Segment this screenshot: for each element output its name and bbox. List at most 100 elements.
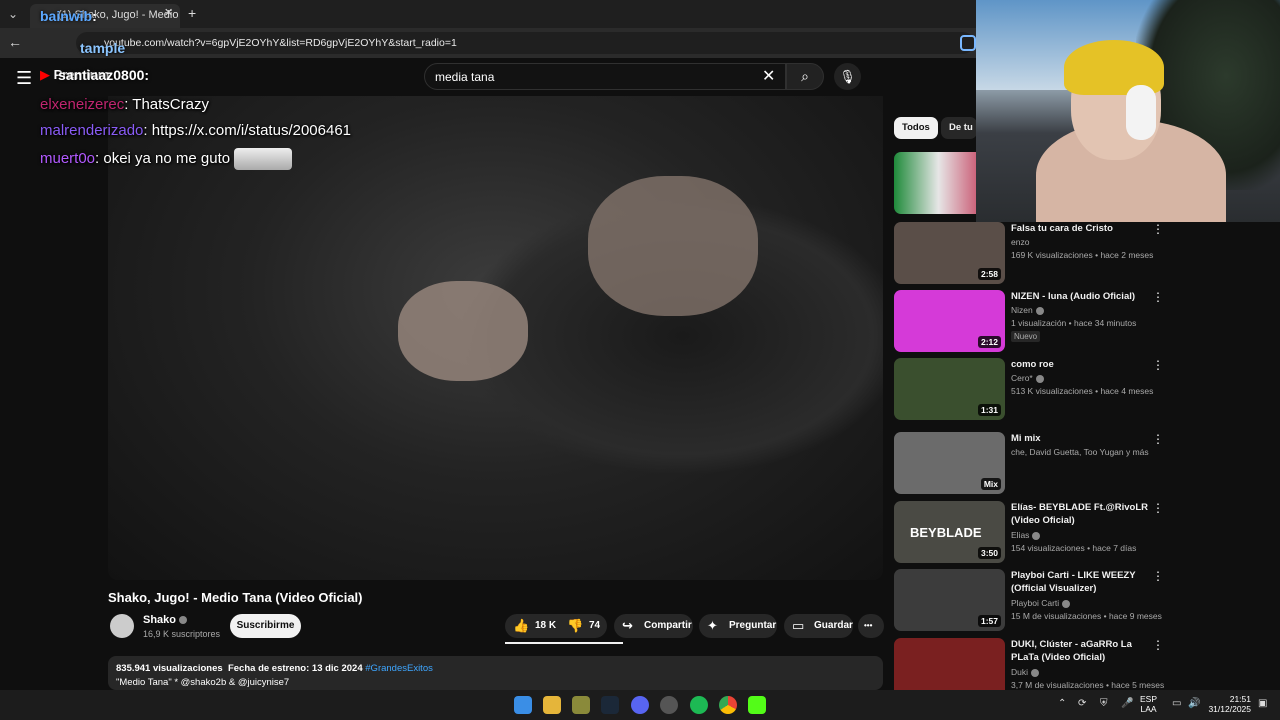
like-button[interactable]: 👍 18 K <box>505 614 563 638</box>
related-video[interactable]: 1:31 como roe Cero* 513 K visualizacione… <box>894 358 1274 422</box>
minecraft-icon[interactable] <box>572 696 590 714</box>
video-channel[interactable]: Duki <box>1011 667 1040 677</box>
save-button[interactable]: ▭ Guardar <box>784 614 853 638</box>
language-indicator[interactable]: ESP LAA <box>1140 694 1157 714</box>
chip-de-tu[interactable]: De tu b <box>941 117 977 139</box>
mic-icon[interactable]: 🎤 <box>1121 698 1133 709</box>
video-frame-hand <box>398 281 528 381</box>
webcam-overlay <box>976 0 1280 222</box>
notification-icon[interactable]: ▣ <box>1258 698 1267 709</box>
obs-icon[interactable] <box>660 696 678 714</box>
video-channel[interactable]: che, David Guetta, Too Yugan y más <box>1011 447 1149 457</box>
video-title[interactable]: Playboi Carti - LIKE WEEZY (Official Vis… <box>1011 569 1156 595</box>
hashtag-link[interactable]: #GrandesExitos <box>365 663 433 674</box>
related-video[interactable]: 2:58 Falsa tu cara de Cristo enzo 169 K … <box>894 222 1274 286</box>
related-video[interactable]: 2:12 NIZEN - luna (Audio Oficial) Nizen … <box>894 290 1274 354</box>
video-description[interactable]: 835.941 visualizaciones Fecha de estreno… <box>108 656 883 690</box>
related-video[interactable]: 1:57 Playboi Carti - LIKE WEEZY (Officia… <box>894 569 1274 633</box>
chat-overlay-line: tample <box>80 40 126 56</box>
kick-icon[interactable] <box>748 696 766 714</box>
channel-avatar[interactable] <box>110 614 134 638</box>
video-thumbnail[interactable]: 1:31 <box>894 358 1005 420</box>
chat-overlay-line: santiaaz0800: <box>58 67 150 83</box>
bookmark-icon: ▭ <box>792 618 805 633</box>
hamburger-menu-icon[interactable]: ☰ <box>16 68 32 89</box>
search-input[interactable]: media tana <box>424 63 786 90</box>
volume-icon[interactable]: 🔊 <box>1188 698 1200 709</box>
more-vert-icon[interactable]: ⋮ <box>1152 290 1164 304</box>
shield-icon[interactable]: ⛨ <box>1100 698 1108 709</box>
video-channel[interactable]: Nizen <box>1011 305 1044 315</box>
clear-search-icon[interactable]: ✕ <box>762 66 775 86</box>
file-explorer-icon[interactable] <box>543 696 561 714</box>
video-duration: 1:57 <box>977 615 1001 627</box>
video-thumbnail[interactable]: Mix <box>894 432 1005 494</box>
spotify-icon[interactable] <box>690 696 708 714</box>
ask-button[interactable]: ✦ Preguntar <box>699 614 777 638</box>
thumbs-down-icon: 👎 <box>567 618 584 633</box>
share-icon: ↪ <box>622 618 633 633</box>
thumbnail-text: BEYBLADE <box>910 525 982 540</box>
subscribe-button[interactable]: Suscribirme <box>230 614 301 638</box>
video-title[interactable]: Elías- BEYBLADE Ft.@RivoLR (Video Oficia… <box>1011 501 1156 527</box>
video-thumbnail[interactable]: BEYBLADE 3:50 <box>894 501 1005 563</box>
discord-icon[interactable] <box>631 696 649 714</box>
tab-search-button[interactable]: ⌄ <box>4 5 22 23</box>
video-meta: 15 M de visualizaciones • hace 9 meses <box>1011 611 1162 621</box>
chip-todos[interactable]: Todos <box>894 117 938 139</box>
related-video[interactable]: Mix Mi mix che, David Guetta, Too Yugan … <box>894 432 1274 496</box>
video-meta: 154 visualizaciones • hace 7 días <box>1011 543 1137 553</box>
new-badge: Nuevo <box>1011 331 1041 342</box>
video-channel[interactable]: enzo <box>1011 237 1029 247</box>
verified-icon <box>1031 668 1040 677</box>
more-vert-icon[interactable]: ⋮ <box>1152 638 1164 652</box>
video-title[interactable]: Falsa tu cara de Cristo <box>1011 222 1156 235</box>
video-duration: 2:12 <box>977 336 1001 348</box>
video-thumbnail[interactable]: 2:58 <box>894 222 1005 284</box>
search-icon: ⌕ <box>801 68 809 84</box>
taskbar-clock[interactable]: 21:51 31/12/2025 <box>1205 694 1251 714</box>
more-vert-icon[interactable]: ⋮ <box>1152 569 1164 583</box>
windows-start-icon[interactable] <box>514 696 532 714</box>
address-bar[interactable]: youtube.com/watch?v=6gpVjE2OYhY&list=RD6… <box>76 32 974 54</box>
video-title[interactable]: como roe <box>1011 358 1156 371</box>
dislike-button[interactable]: 👎 74 <box>563 614 607 638</box>
network-icon[interactable]: ▭ <box>1172 698 1181 709</box>
video-thumbnail[interactable] <box>894 638 1005 690</box>
chevron-up-icon[interactable]: ⌃ <box>1058 698 1066 709</box>
video-title[interactable]: DUKI, Clúster - aGaRRo La PLaTa (Video O… <box>1011 638 1156 664</box>
like-ratio-bar <box>505 642 623 644</box>
video-meta: 169 K visualizaciones • hace 2 meses <box>1011 250 1154 260</box>
more-vert-icon[interactable]: ⋮ <box>1152 501 1164 515</box>
video-channel[interactable]: Playboi Carti <box>1011 598 1071 608</box>
search-query: media tana <box>435 70 495 84</box>
lens-icon[interactable] <box>960 35 976 51</box>
video-title[interactable]: Mi mix <box>1011 432 1156 445</box>
more-vert-icon[interactable]: ⋮ <box>1152 222 1164 236</box>
share-button[interactable]: ↪ Compartir <box>614 614 693 638</box>
video-thumbnail[interactable]: 1:57 <box>894 569 1005 631</box>
related-video[interactable]: BEYBLADE 3:50 Elías- BEYBLADE Ft.@RivoLR … <box>894 501 1274 565</box>
video-title[interactable]: NIZEN - luna (Audio Oficial) <box>1011 290 1156 303</box>
video-channel[interactable]: Cero* <box>1011 373 1044 383</box>
tab-close-icon[interactable]: ✕ <box>164 6 173 19</box>
more-vert-icon[interactable]: ⋮ <box>1152 358 1164 372</box>
search-button[interactable]: ⌕ <box>786 63 824 90</box>
chat-overlay-line: bainwib: <box>40 8 97 24</box>
sync-icon[interactable]: ⟳ <box>1078 698 1086 709</box>
back-arrow-icon[interactable]: ← <box>8 34 22 50</box>
chrome-icon[interactable] <box>719 696 737 714</box>
video-channel[interactable]: Elias <box>1011 530 1041 540</box>
headset-icon <box>1126 85 1156 140</box>
verified-icon <box>1035 306 1044 315</box>
video-thumbnail[interactable]: 2:12 <box>894 290 1005 352</box>
related-video[interactable]: DUKI, Clúster - aGaRRo La PLaTa (Video O… <box>894 638 1274 690</box>
steam-icon[interactable] <box>601 696 619 714</box>
new-tab-button[interactable]: + <box>188 5 196 21</box>
chat-emote <box>234 148 293 170</box>
channel-name[interactable]: Shako <box>143 614 188 626</box>
more-vert-icon[interactable]: ⋮ <box>1152 432 1164 446</box>
voice-search-icon[interactable]: 🎙 <box>834 63 861 90</box>
video-duration: 2:58 <box>977 268 1001 280</box>
more-actions-button[interactable]: ••• <box>858 614 884 638</box>
